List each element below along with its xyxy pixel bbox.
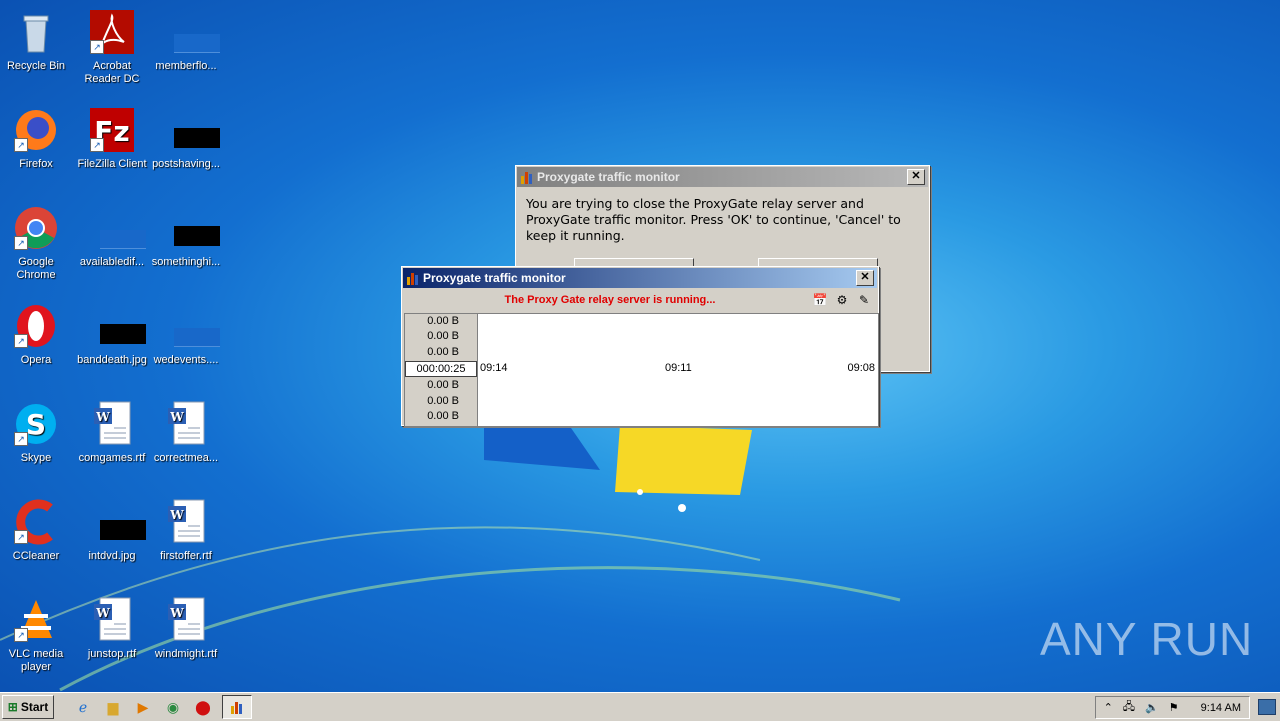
word-document-icon: W [88,596,136,644]
start-button[interactable]: ⊞ Start [2,695,54,719]
windows-logo-icon: ⊞ [7,700,18,714]
image-file-icon [88,302,146,350]
proxygate-app-icon [230,700,244,714]
filezilla-icon: Fz ↗ [88,106,136,154]
upper-value: 0.00 B [427,345,459,358]
desktop-icon-filezilla[interactable]: Fz ↗ FileZilla Client [76,106,148,171]
file-icon [88,204,146,252]
settings-icon[interactable]: ⚙ [834,292,850,308]
word-document-icon: W [162,596,210,644]
vlc-icon: ↗ [12,596,60,644]
desktop-icon-chrome[interactable]: ↗ Google Chrome [0,204,72,282]
traffic-graph-area: 0.00 B 0.00 B 0.00 B 000:00:25 0.00 B 0.… [404,313,879,427]
traffic-scale: 0.00 B 0.00 B 0.00 B 000:00:25 0.00 B 0.… [405,314,478,426]
desktop-icon-rtf[interactable]: W comgames.rtf [76,400,148,465]
desktop-icon-rtf[interactable]: W windmight.rtf [150,596,222,661]
traffic-monitor-window: Proxygate traffic monitor ✕ The Proxy Ga… [401,266,879,427]
traffic-graph: 09:14 09:11 09:08 [478,314,878,426]
word-document-icon: W [88,400,136,448]
skype-icon: S ↗ [12,400,60,448]
desktop-icon-firefox[interactable]: ↗ Firefox [0,106,72,171]
image-file-icon [88,498,146,546]
status-bar: The Proxy Gate relay server is running..… [402,289,878,311]
confirm-message: You are trying to close the ProxyGate re… [526,196,901,243]
desktop-icon-skype[interactable]: S ↗ Skype [0,400,72,465]
desktop-icon-vlc[interactable]: ↗ VLC media player [0,596,72,674]
confirm-dialog-title: Proxygate traffic monitor [537,170,680,184]
svg-text:W: W [169,508,184,522]
taskbar: ⊞ Start ℯ ▆ ▶ ◉ ⬤ ⌃ 🖧 🔈 ⚑ 9:14 AM [0,692,1280,721]
upper-value: 0.00 B [427,330,459,343]
desktop-icon-rtf[interactable]: W junstop.rtf [76,596,148,661]
action-center-flag-icon[interactable]: ⚑ [1169,701,1179,714]
firefox-icon: ↗ [12,106,60,154]
desktop-icon-image[interactable]: intdvd.jpg [76,498,148,563]
upper-value: 0.00 B [427,315,459,327]
file-icon [162,106,220,154]
server-status: The Proxy Gate relay server is running..… [504,294,716,306]
svg-text:W: W [169,606,184,620]
proxygate-app-icon [520,170,534,184]
desktop-icon-file[interactable]: somethinghi... [150,204,222,269]
proxygate-taskbar-button[interactable] [222,695,252,719]
svg-text:W: W [95,410,110,424]
word-document-icon: W [162,400,210,448]
calendar-icon[interactable]: 📅 [812,292,828,308]
time-label: 09:14 [480,362,508,374]
opera-icon[interactable]: ⬤ [192,696,214,718]
desktop-icon-ccleaner[interactable]: ↗ CCleaner [0,498,72,563]
desktop-icon-rtf[interactable]: W correctmea... [150,400,222,465]
svg-text:W: W [95,606,110,620]
time-label: 09:11 [665,362,692,374]
lower-value: 0.00 B [427,409,459,422]
internet-explorer-icon[interactable]: ℯ [72,696,94,718]
file-icon [162,302,220,350]
pin-icon[interactable]: ✎ [856,292,872,308]
anyrun-watermark: ANY RUN [1040,613,1254,665]
recycle-bin-icon [12,8,60,56]
svg-text:S: S [26,408,46,441]
file-icon [162,8,220,56]
desktop-icon-opera[interactable]: ↗ Opera [0,302,72,367]
desktop-icon-file[interactable]: memberflo... [150,8,222,73]
monitor-title: Proxygate traffic monitor [423,271,566,285]
desktop-icon-acrobat[interactable]: ↗ Acrobat Reader DC [76,8,148,86]
svg-text:W: W [169,410,184,424]
system-tray: ⌃ 🖧 🔈 ⚑ 9:14 AM [1094,696,1250,719]
elapsed-time: 000:00:25 [405,361,477,378]
ccleaner-icon: ↗ [12,498,60,546]
word-document-icon: W [162,498,210,546]
monitor-titlebar[interactable]: Proxygate traffic monitor ✕ [403,268,877,288]
opera-icon: ↗ [12,302,60,350]
time-label: 09:08 [847,362,875,374]
desktop-icon-file[interactable]: wedevents.... [150,302,222,367]
chrome-icon: ↗ [12,204,60,252]
folder-icon[interactable]: ▆ [102,696,124,718]
close-button[interactable]: ✕ [856,270,874,286]
confirm-dialog-titlebar[interactable]: Proxygate traffic monitor ✕ [517,167,928,187]
media-player-icon[interactable]: ▶ [132,696,154,718]
volume-icon[interactable]: 🔈 [1145,701,1159,714]
desktop-icon-file[interactable]: availabledif... [76,204,148,269]
show-desktop-button[interactable] [1258,699,1276,715]
close-button[interactable]: ✕ [907,169,925,185]
desktop-icon-image[interactable]: banddeath.jpg [76,302,148,367]
desktop-icon-rtf[interactable]: W firstoffer.rtf [150,498,222,563]
proxygate-app-icon [406,271,420,285]
desktop-icon-file[interactable]: postshaving... [150,106,222,171]
desktop-icon-recycle-bin[interactable]: Recycle Bin [0,8,72,73]
lower-value: 0.00 B [427,379,459,392]
acrobat-icon: ↗ [88,8,136,56]
chrome-icon[interactable]: ◉ [162,696,184,718]
show-hidden-icons-icon[interactable]: ⌃ [1104,701,1113,714]
file-icon [162,204,220,252]
lower-value: 0.00 B [427,394,459,407]
clock[interactable]: 9:14 AM [1201,702,1241,714]
network-icon[interactable]: 🖧 [1123,698,1135,717]
